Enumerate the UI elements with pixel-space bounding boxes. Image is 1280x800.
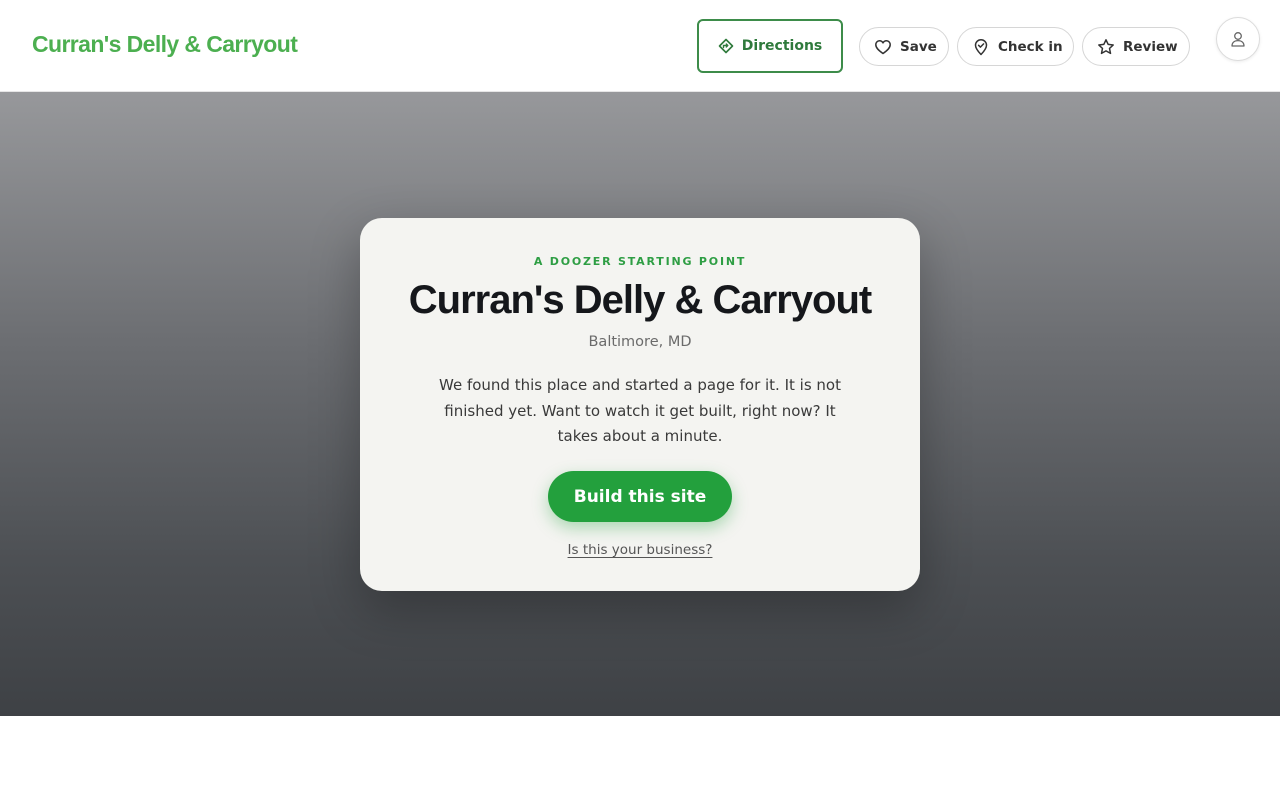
card-description: We found this place and started a page f…	[439, 376, 841, 445]
user-icon	[1229, 30, 1247, 48]
directions-label: Directions	[741, 38, 823, 54]
starter-card: A DOOZER STARTING POINT Curran's Delly &…	[360, 218, 920, 591]
hero-section: A DOOZER STARTING POINT Curran's Delly &…	[0, 92, 1280, 716]
map-pin-icon	[972, 38, 990, 56]
check-in-label: Check in	[998, 38, 1063, 55]
review-button[interactable]: Review	[1082, 27, 1190, 66]
heart-icon	[874, 38, 892, 56]
check-in-button[interactable]: Check in	[957, 27, 1074, 66]
top-navigation-bar: Curran's Delly & Carryout Directions Sav…	[0, 0, 1280, 92]
claim-business-link-text[interactable]: Is this your business?	[568, 542, 713, 558]
card-eyebrow: A DOOZER STARTING POINT	[533, 255, 747, 268]
claim-business-link: Is this your business?	[360, 542, 920, 558]
brand-name[interactable]: Curran's Delly & Carryout	[32, 31, 298, 58]
directions-icon	[718, 38, 734, 54]
directions-button[interactable]: Directions	[697, 19, 843, 73]
business-title: Curran's Delly & Carryout	[408, 278, 872, 322]
star-icon	[1097, 38, 1115, 56]
build-site-button[interactable]: Build this site	[548, 471, 732, 522]
business-location: Baltimore, MD	[588, 334, 692, 350]
review-label: Review	[1123, 38, 1178, 55]
save-label: Save	[900, 38, 937, 55]
save-button[interactable]: Save	[859, 27, 949, 66]
account-button[interactable]	[1216, 17, 1260, 61]
